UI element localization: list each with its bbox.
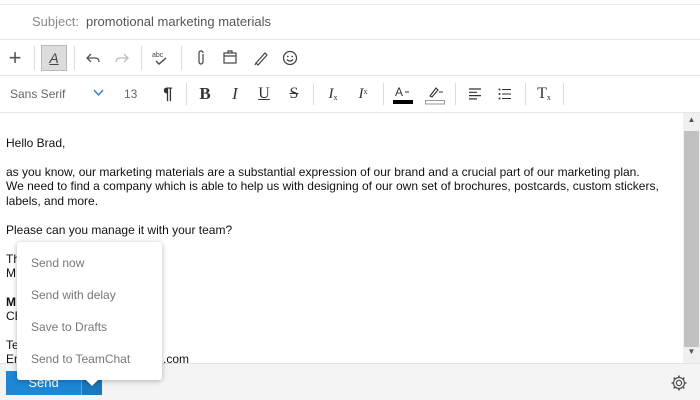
clear-formatting-icon[interactable]: Tx <box>534 76 554 112</box>
svg-text:abc: abc <box>152 52 164 59</box>
menu-pointer <box>84 378 100 386</box>
signature-line: .com <box>163 352 190 363</box>
plus-icon[interactable]: + <box>4 40 26 76</box>
strikethrough-icon[interactable]: S <box>284 76 304 112</box>
send-options-menu: Send now Send with delay Save to Drafts … <box>17 242 162 386</box>
divider <box>383 83 384 105</box>
compose-toolbar: + A abc <box>0 40 700 76</box>
subject-input[interactable]: promotional marketing materials <box>86 14 271 29</box>
divider <box>186 83 187 105</box>
highlight-color-icon[interactable] <box>424 76 446 112</box>
divider <box>74 46 75 70</box>
scrollbar-thumb[interactable] <box>684 131 699 347</box>
svg-text:A: A <box>395 85 403 99</box>
text-format-icon[interactable]: A <box>41 45 67 71</box>
font-family-select[interactable]: Sans Serif <box>10 87 65 101</box>
paragraph-icon[interactable]: ¶ <box>158 76 178 112</box>
menu-item-send-with-delay[interactable]: Send with delay <box>17 279 162 311</box>
underline-icon[interactable]: U <box>254 76 274 112</box>
signature-line: M <box>6 266 16 280</box>
menu-item-save-to-drafts[interactable]: Save to Drafts <box>17 311 162 343</box>
body-paragraph: Please can you manage it with your team? <box>6 223 233 237</box>
align-left-icon[interactable] <box>465 76 485 112</box>
bulleted-list-icon[interactable] <box>495 76 515 112</box>
italic-icon[interactable]: I <box>225 76 245 112</box>
signature-line: M <box>6 295 16 309</box>
signature-pen-icon[interactable] <box>250 40 272 76</box>
body-paragraph: as you know, our marketing materials are… <box>6 165 640 179</box>
undo-icon[interactable] <box>83 40 103 76</box>
divider <box>181 46 182 70</box>
superscript-icon[interactable]: Ix <box>353 76 373 112</box>
scroll-down-icon[interactable]: ▼ <box>683 347 700 361</box>
scroll-up-icon[interactable]: ▲ <box>683 115 700 129</box>
gear-icon[interactable] <box>670 374 688 392</box>
menu-item-send-to-teamchat[interactable]: Send to TeamChat <box>17 343 162 375</box>
subscript-icon[interactable]: Ix <box>323 76 343 112</box>
divider <box>34 46 35 70</box>
divider <box>313 83 314 105</box>
divider <box>525 83 526 105</box>
greeting-text: Hello Brad, <box>6 136 66 150</box>
spellcheck-icon[interactable]: abc <box>149 40 173 76</box>
divider <box>0 4 700 5</box>
redo-icon[interactable] <box>112 40 132 76</box>
formatting-toolbar: Sans Serif 13 ¶ B I U S Ix Ix A Tx <box>0 76 700 113</box>
insert-file-icon[interactable] <box>219 40 241 76</box>
menu-item-send-now[interactable]: Send now <box>17 247 162 279</box>
divider <box>141 46 142 70</box>
emoji-icon[interactable] <box>279 40 301 76</box>
subject-label: Subject: <box>32 14 79 29</box>
chevron-down-icon[interactable] <box>93 86 104 100</box>
bold-icon[interactable]: B <box>195 76 215 112</box>
divider <box>455 83 456 105</box>
body-paragraph: labels, and more. <box>6 194 99 208</box>
editor-scrollbar[interactable]: ▲ ▼ <box>683 113 700 363</box>
font-size-select[interactable]: 13 <box>124 87 137 101</box>
body-paragraph: We need to find a company which is able … <box>6 179 659 193</box>
subject-row: Subject: promotional marketing materials <box>0 0 700 40</box>
divider <box>563 83 564 105</box>
attachment-icon[interactable] <box>191 40 211 76</box>
text-color-icon[interactable]: A <box>392 76 414 112</box>
